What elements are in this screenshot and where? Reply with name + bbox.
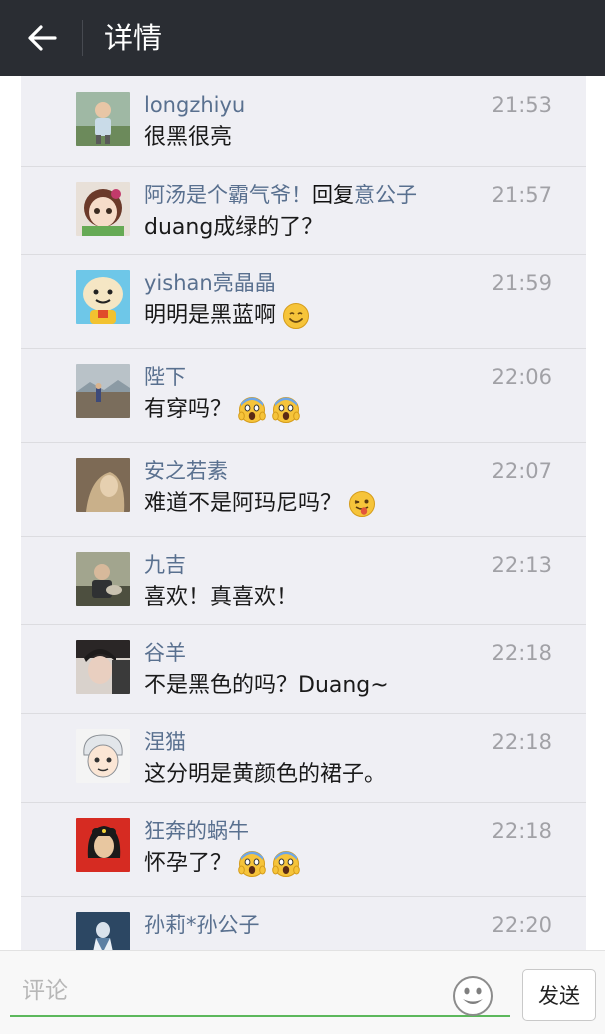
avatar[interactable] — [76, 364, 130, 418]
reply-label: 回复 — [312, 183, 354, 207]
smile-emoji — [282, 302, 310, 330]
scream-emoji-icon — [238, 397, 266, 423]
commenter-name[interactable]: 阿汤是个霸气爷！回复意公子 — [144, 180, 417, 210]
commenter-name-text[interactable]: 安之若素 — [144, 459, 228, 483]
commenter-name[interactable]: yishan亮晶晶 — [144, 268, 276, 298]
commenter-name[interactable]: longzhiyu — [144, 90, 245, 120]
comment-timestamp: 21:59 — [491, 271, 552, 295]
emoji-picker-button[interactable] — [452, 975, 494, 1017]
avatar[interactable] — [76, 552, 130, 606]
comment-text: 不是黑色的吗？Duang~ — [144, 673, 389, 698]
commenter-name[interactable]: 陛下 — [144, 362, 186, 392]
comment-text: 这分明是黄颜色的裙子。 — [144, 762, 387, 787]
comment-row[interactable]: 九吉 22:13 喜欢！真喜欢！ — [21, 536, 586, 625]
comment-text: 喜欢！真喜欢！ — [144, 585, 299, 610]
avatar[interactable] — [76, 818, 130, 872]
commenter-name-text[interactable]: 狂奔的蜗牛 — [144, 819, 249, 843]
comment-text: 难道不是阿玛尼吗？ — [144, 491, 343, 516]
comment-timestamp: 22:18 — [491, 819, 552, 843]
comment-body: duang成绿的了？ — [144, 212, 323, 244]
page-title: 详情 — [104, 21, 163, 55]
comment-timestamp: 22:20 — [491, 913, 552, 937]
comment-text: duang成绿的了？ — [144, 215, 324, 240]
scream-emoji-icon — [272, 851, 300, 877]
avatar[interactable] — [76, 729, 130, 783]
comment-body: 喜欢！真喜欢！ — [144, 582, 298, 614]
avatar[interactable] — [76, 912, 130, 950]
commenter-name-text[interactable]: 涅猫 — [144, 730, 186, 754]
avatar[interactable] — [76, 182, 130, 236]
comment-row[interactable]: yishan亮晶晶 21:59 明明是黑蓝啊 — [21, 254, 586, 349]
comment-text: 很黑很亮 — [144, 125, 233, 150]
comment-timestamp: 21:57 — [491, 183, 552, 207]
comment-body: 有穿吗？ — [144, 394, 300, 426]
comment-text: 有穿吗？ — [144, 397, 233, 422]
comment-list: longzhiyu 21:53 很黑很亮 阿汤是个霸气爷！回复意公子 21:57 dua… — [21, 76, 586, 950]
avatar[interactable] — [76, 92, 130, 146]
scream-emoji — [272, 396, 300, 424]
commenter-name-text[interactable]: 九吉 — [144, 553, 186, 577]
arrow-left-icon — [28, 25, 57, 51]
commenter-name[interactable]: 狂奔的蜗牛 — [144, 816, 249, 846]
comment-composer: 发送 — [0, 950, 605, 1034]
comment-body: 很黑很亮 — [144, 122, 232, 154]
commenter-name[interactable]: 涅猫 — [144, 727, 186, 757]
scream-emoji-icon — [272, 397, 300, 423]
comments-area[interactable]: longzhiyu 21:53 很黑很亮 阿汤是个霸气爷！回复意公子 21:57 dua… — [0, 76, 605, 950]
avatar[interactable] — [76, 458, 130, 512]
commenter-name[interactable]: 孙莉*孙公子 — [144, 910, 260, 940]
comment-body: 不是黑色的吗？Duang~ — [144, 670, 389, 702]
smiley-face-icon — [453, 976, 493, 1016]
commenter-name-text[interactable]: 阿汤是个霸气爷！ — [144, 183, 312, 207]
comment-timestamp: 22:13 — [491, 553, 552, 577]
commenter-name-text[interactable]: longzhiyu — [144, 93, 245, 117]
commenter-name[interactable]: 谷羊 — [144, 638, 186, 668]
comment-row[interactable]: 孙莉*孙公子 22:20 — [21, 896, 586, 950]
avatar[interactable] — [76, 270, 130, 324]
wink-tongue-emoji-icon — [349, 491, 376, 517]
avatar[interactable] — [76, 640, 130, 694]
wink-tongue-emoji — [348, 490, 376, 518]
top-navigation-bar: 详情 — [0, 0, 605, 76]
comment-timestamp: 22:18 — [491, 730, 552, 754]
commenter-name[interactable]: 安之若素 — [144, 456, 228, 486]
comment-body: 明明是黑蓝啊 — [144, 300, 310, 332]
commenter-name-text[interactable]: 孙莉*孙公子 — [144, 913, 260, 937]
comment-row[interactable]: 陛下 22:06 有穿吗？ — [21, 348, 586, 443]
comment-row[interactable]: 安之若素 22:07 难道不是阿玛尼吗？ — [21, 442, 586, 537]
comment-row[interactable]: 阿汤是个霸气爷！回复意公子 21:57 duang成绿的了？ — [21, 166, 586, 255]
scream-emoji — [238, 396, 266, 424]
nav-divider — [82, 20, 83, 56]
comment-timestamp: 22:06 — [491, 365, 552, 389]
comment-row[interactable]: 涅猫 22:18 这分明是黄颜色的裙子。 — [21, 713, 586, 803]
scream-emoji-icon — [238, 851, 266, 877]
reply-target-name[interactable]: 意公子 — [354, 183, 417, 207]
commenter-name-text[interactable]: 陛下 — [144, 365, 186, 389]
comment-timestamp: 21:53 — [491, 93, 552, 117]
commenter-name-text[interactable]: yishan亮晶晶 — [144, 271, 276, 295]
commenter-name-text[interactable]: 谷羊 — [144, 641, 186, 665]
comment-input[interactable] — [10, 967, 510, 1017]
commenter-name[interactable]: 九吉 — [144, 550, 186, 580]
scream-emoji — [272, 850, 300, 878]
back-button[interactable] — [18, 14, 66, 62]
comment-timestamp: 22:18 — [491, 641, 552, 665]
send-button[interactable]: 发送 — [522, 969, 596, 1021]
comment-row[interactable]: longzhiyu 21:53 很黑很亮 — [21, 76, 586, 167]
comment-text: 怀孕了？ — [144, 851, 233, 876]
comment-row[interactable]: 狂奔的蜗牛 22:18 怀孕了？ — [21, 802, 586, 897]
scream-emoji — [238, 850, 266, 878]
comment-body: 难道不是阿玛尼吗？ — [144, 488, 376, 520]
comment-timestamp: 22:07 — [491, 459, 552, 483]
smile-emoji-icon — [283, 303, 310, 329]
comment-text: 明明是黑蓝啊 — [144, 303, 277, 328]
comment-row[interactable]: 谷羊 22:18 不是黑色的吗？Duang~ — [21, 624, 586, 714]
comment-body: 怀孕了？ — [144, 848, 300, 880]
comment-body: 这分明是黄颜色的裙子。 — [144, 759, 386, 791]
